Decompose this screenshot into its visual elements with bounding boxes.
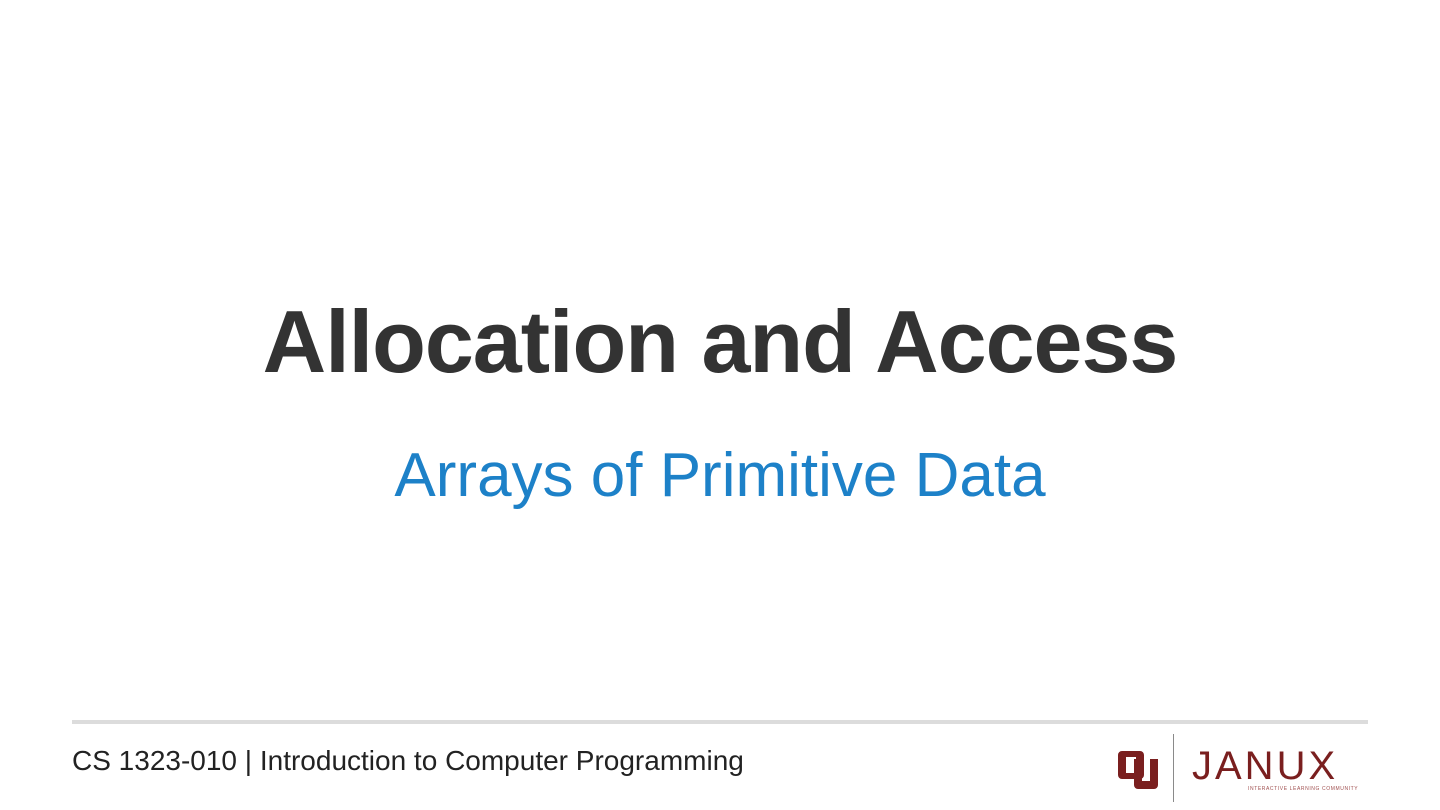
logo-divider	[1173, 734, 1174, 802]
course-label: CS 1323-010 | Introduction to Computer P…	[72, 745, 744, 776]
footer-divider	[72, 720, 1368, 724]
janux-logo: JANUX INTERACTIVE LEARNING COMMUNITY	[1114, 734, 1376, 802]
slide-subtitle: Arrays of Primitive Data	[394, 441, 1046, 510]
janux-tagline: INTERACTIVE LEARNING COMMUNITY	[1248, 786, 1359, 792]
slide-title: Allocation and Access	[262, 292, 1179, 391]
ou-interlocking-logo-icon	[1118, 751, 1158, 789]
janux-wordmark: JANUX	[1192, 744, 1339, 788]
slide: Allocation and Access Arrays of Primitiv…	[0, 0, 1440, 810]
